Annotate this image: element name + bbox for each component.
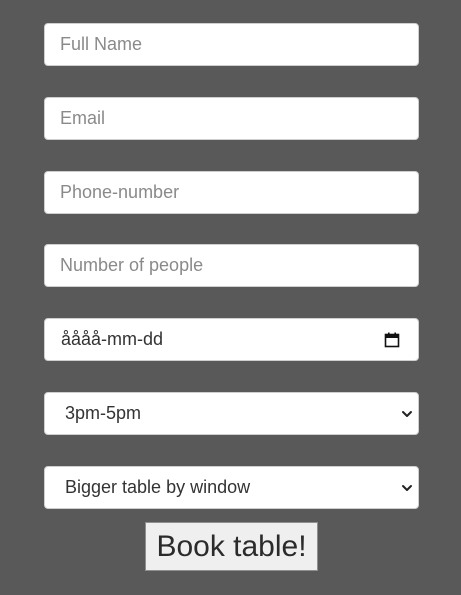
email-placeholder: Email (60, 108, 106, 128)
date-display: åååå-mm-dd (61, 329, 164, 349)
email-input[interactable]: Email (44, 97, 419, 140)
time-slot-select[interactable]: 3pm-5pm (44, 392, 419, 435)
full-name-placeholder: Full Name (60, 34, 143, 54)
date-input[interactable]: åååå-mm-dd (44, 318, 419, 361)
calendar-icon[interactable] (384, 332, 400, 348)
chevron-down-icon (402, 410, 412, 417)
table-preference-select[interactable]: Bigger table by window (44, 466, 419, 509)
number-of-people-input[interactable]: Number of people (44, 244, 419, 287)
book-table-button[interactable]: Book table! (145, 522, 318, 571)
phone-number-input[interactable]: Phone-number (44, 171, 419, 214)
number-of-people-placeholder: Number of people (60, 255, 204, 275)
phone-number-placeholder: Phone-number (60, 182, 180, 202)
time-slot-value: 3pm-5pm (65, 403, 142, 423)
full-name-input[interactable]: Full Name (44, 23, 419, 66)
table-preference-value: Bigger table by window (65, 477, 251, 497)
chevron-down-icon (402, 484, 412, 491)
